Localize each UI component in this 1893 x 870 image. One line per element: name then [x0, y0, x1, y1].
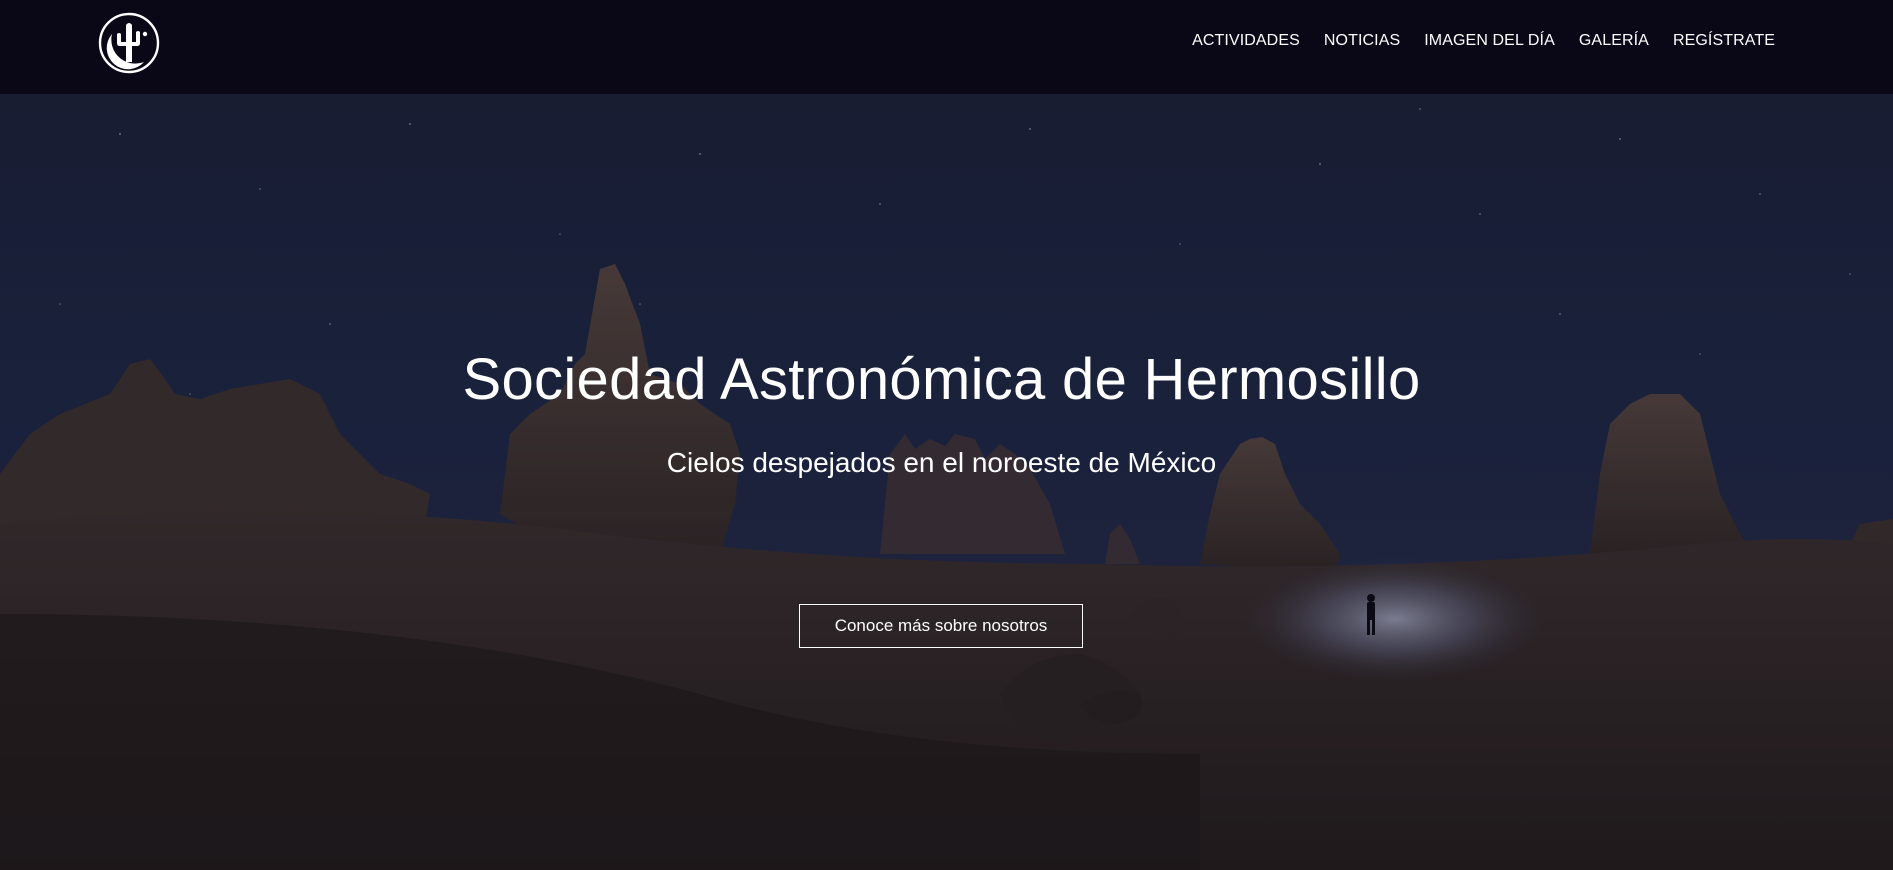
hero-section: Sociedad Astronómica de Hermosillo Cielo… [0, 94, 1893, 870]
nav-item-actividades[interactable]: ACTIVIDADES [1192, 32, 1300, 50]
cactus-moon-logo-icon[interactable] [98, 12, 160, 74]
nav-item-imagen-del-dia[interactable]: IMAGEN DEL DÍA [1424, 32, 1555, 50]
nav-item-registrate[interactable]: REGÍSTRATE [1673, 32, 1775, 50]
nav-item-galeria[interactable]: GALERÍA [1579, 32, 1649, 50]
hero-title: Sociedad Astronómica de Hermosillo [462, 347, 1421, 412]
nav-item-noticias[interactable]: NOTICIAS [1324, 32, 1400, 50]
main-nav: ACTIVIDADES NOTICIAS IMAGEN DEL DÍA GALE… [1192, 0, 1775, 82]
page: ACTIVIDADES NOTICIAS IMAGEN DEL DÍA GALE… [0, 0, 1893, 870]
hero-content: Sociedad Astronómica de Hermosillo Cielo… [0, 94, 1893, 870]
about-us-button[interactable]: Conoce más sobre nosotros [799, 604, 1083, 648]
site-header: ACTIVIDADES NOTICIAS IMAGEN DEL DÍA GALE… [0, 0, 1893, 94]
hero-subtitle: Cielos despejados en el noroeste de Méxi… [666, 447, 1217, 478]
